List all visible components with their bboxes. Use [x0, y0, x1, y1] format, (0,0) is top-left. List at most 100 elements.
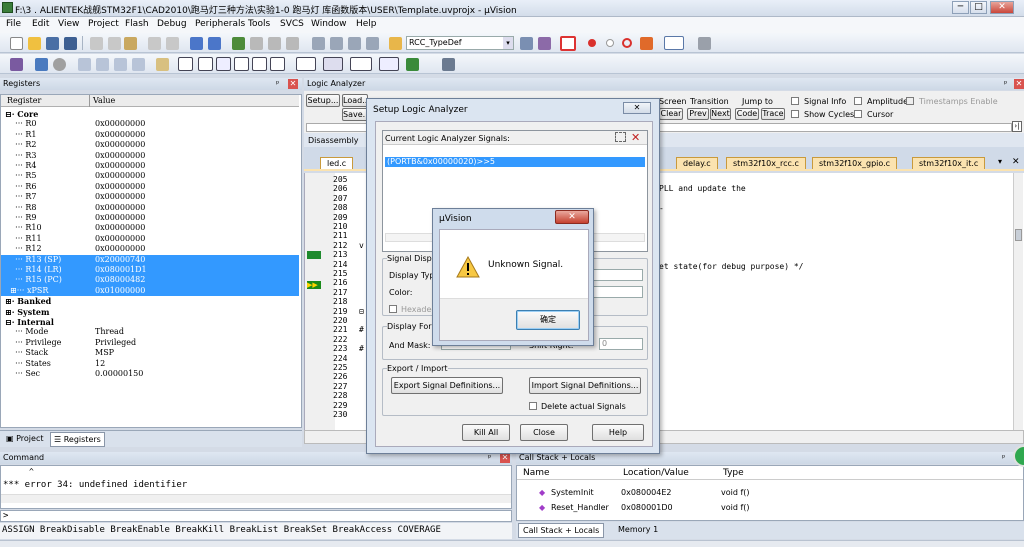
- show-cycles-checkbox[interactable]: [791, 110, 799, 118]
- tab-rcc-c[interactable]: stm32f10x_rcc.c: [726, 157, 806, 169]
- menu-project[interactable]: Project: [88, 19, 119, 29]
- watch-window-icon[interactable]: [270, 57, 285, 71]
- register-row[interactable]: ··· R0 0x00000000: [1, 119, 299, 129]
- register-row[interactable]: ··· R8 0x00000000: [1, 203, 299, 213]
- register-row[interactable]: ··· R14 (LR) 0x080001D1: [1, 265, 299, 276]
- pin-icon[interactable]: ᵖ: [276, 78, 279, 90]
- close-tab-icon[interactable]: ✕: [1012, 157, 1020, 167]
- undo-icon[interactable]: [148, 37, 161, 50]
- analysis-window-icon[interactable]: [350, 57, 372, 71]
- next-button[interactable]: Next: [710, 108, 731, 120]
- cursor-checkbox[interactable]: [854, 110, 862, 118]
- step-over-icon[interactable]: [96, 58, 109, 71]
- load-button[interactable]: Load...: [342, 94, 370, 107]
- incremental-find-icon[interactable]: [538, 37, 551, 50]
- new-file-icon[interactable]: [10, 37, 23, 50]
- bookmark-icon[interactable]: [232, 37, 245, 50]
- code-button[interactable]: Code: [735, 108, 759, 120]
- show-next-statement-icon[interactable]: [156, 58, 169, 71]
- registers-window-icon[interactable]: [234, 57, 249, 71]
- run-to-cursor-icon[interactable]: [132, 58, 145, 71]
- delete-actual-checkbox[interactable]: [529, 402, 537, 410]
- register-row[interactable]: ··· R13 (SP) 0x20000740: [1, 254, 299, 265]
- disassembly-tab[interactable]: Disassembly: [308, 136, 359, 145]
- table-row[interactable]: ◆ SystemInit 0x080004E2 void f(): [517, 486, 1013, 499]
- command-input[interactable]: >: [0, 510, 512, 522]
- tab-memory[interactable]: Memory 1: [614, 523, 662, 537]
- menu-peripherals[interactable]: Peripherals: [195, 19, 245, 29]
- help-button[interactable]: Help: [592, 424, 644, 441]
- breakpoint-icon[interactable]: [588, 39, 596, 47]
- menu-file[interactable]: File: [6, 19, 21, 29]
- tab-led-c[interactable]: led.c: [320, 157, 354, 169]
- scroll-end-icon[interactable]: ›|: [1012, 121, 1022, 132]
- close-icon[interactable]: ✕: [555, 210, 589, 224]
- clear-button[interactable]: Clear: [659, 108, 683, 120]
- indent-icon[interactable]: [312, 37, 325, 50]
- register-row[interactable]: ··· R4 0x00000000: [1, 161, 299, 171]
- save-icon[interactable]: [46, 37, 59, 50]
- maximize-button[interactable]: □: [970, 1, 987, 14]
- step-into-icon[interactable]: [78, 58, 91, 71]
- close-button[interactable]: Close: [520, 424, 568, 441]
- register-row[interactable]: ··· R7 0x00000000: [1, 192, 299, 202]
- menu-debug[interactable]: Debug: [157, 19, 187, 29]
- menu-window[interactable]: Window: [311, 19, 347, 29]
- ok-button[interactable]: 确定: [516, 310, 580, 330]
- system-viewer-icon[interactable]: [406, 58, 419, 71]
- signal-info-checkbox[interactable]: [791, 97, 799, 105]
- register-row[interactable]: ⊞··· xPSR 0x01000000: [1, 285, 299, 297]
- register-row[interactable]: ⊞· System: [1, 307, 299, 317]
- tab-project[interactable]: ▣ Project: [3, 432, 46, 446]
- scrollbar-thumb[interactable]: [1015, 229, 1022, 241]
- editor-vertical-scrollbar[interactable]: [1013, 173, 1023, 430]
- menu-flash[interactable]: Flash: [125, 19, 149, 29]
- col-type[interactable]: Type: [723, 466, 744, 480]
- close-panel-icon[interactable]: ✕: [1014, 79, 1024, 89]
- tab-list-icon[interactable]: ▾: [998, 157, 1002, 166]
- close-panel-icon[interactable]: ✕: [288, 79, 298, 89]
- trace-button[interactable]: Trace: [761, 108, 785, 120]
- tab-delay-c[interactable]: delay.c: [676, 157, 718, 169]
- chevron-down-icon[interactable]: ▾: [503, 37, 513, 49]
- register-row[interactable]: ⊞· Banked: [1, 296, 299, 306]
- toolbox-icon[interactable]: [442, 58, 455, 71]
- copy-icon[interactable]: [108, 37, 121, 50]
- pin-icon[interactable]: ᵖ: [1002, 452, 1005, 464]
- menu-view[interactable]: View: [58, 19, 79, 29]
- register-row[interactable]: ··· R12 0x00000000: [1, 244, 299, 254]
- close-panel-icon[interactable]: ✕: [500, 453, 510, 463]
- prev-button[interactable]: Prev: [687, 108, 709, 120]
- memory-window-icon[interactable]: [296, 57, 316, 71]
- call-stack-window-icon[interactable]: [252, 57, 267, 71]
- cut-icon[interactable]: [90, 37, 103, 50]
- save-button[interactable]: Save...: [342, 108, 370, 121]
- menu-help[interactable]: Help: [356, 19, 377, 29]
- kill-all-button[interactable]: Kill All: [462, 424, 510, 441]
- menu-edit[interactable]: Edit: [32, 19, 49, 29]
- col-value[interactable]: Value: [93, 95, 115, 107]
- register-row[interactable]: ··· Stack MSP: [1, 348, 299, 358]
- open-folder-icon[interactable]: [28, 37, 41, 50]
- amplitude-checkbox[interactable]: [854, 97, 862, 105]
- col-register[interactable]: Register: [7, 95, 41, 107]
- export-signals-button[interactable]: Export Signal Definitions...: [391, 377, 503, 394]
- timestamps-checkbox[interactable]: [906, 97, 914, 105]
- window-layout-icon[interactable]: [664, 36, 684, 50]
- uncomment-icon[interactable]: [366, 37, 379, 50]
- configure-icon[interactable]: [698, 37, 711, 50]
- register-row[interactable]: ⊟· Core: [1, 109, 299, 119]
- breakpoint-disable-icon[interactable]: [606, 39, 614, 47]
- register-row[interactable]: ··· R11 0x00000000: [1, 234, 299, 244]
- comment-icon[interactable]: [348, 37, 361, 50]
- signal-list-item[interactable]: (PORTB&0x00000020)>>5: [385, 157, 645, 167]
- command-output-scrollbar[interactable]: [1, 494, 511, 503]
- hexadecimal-checkbox[interactable]: [389, 305, 397, 313]
- trace-window-icon[interactable]: [379, 57, 399, 71]
- pin-icon[interactable]: ᵖ: [1004, 78, 1007, 90]
- register-row[interactable]: ··· Privilege Privileged: [1, 338, 299, 348]
- register-row[interactable]: ··· R15 (PC) 0x08000482: [1, 275, 299, 286]
- shift-right-input[interactable]: 0: [599, 338, 643, 350]
- bookmark-clear-icon[interactable]: [286, 37, 299, 50]
- register-row[interactable]: ··· R6 0x00000000: [1, 182, 299, 192]
